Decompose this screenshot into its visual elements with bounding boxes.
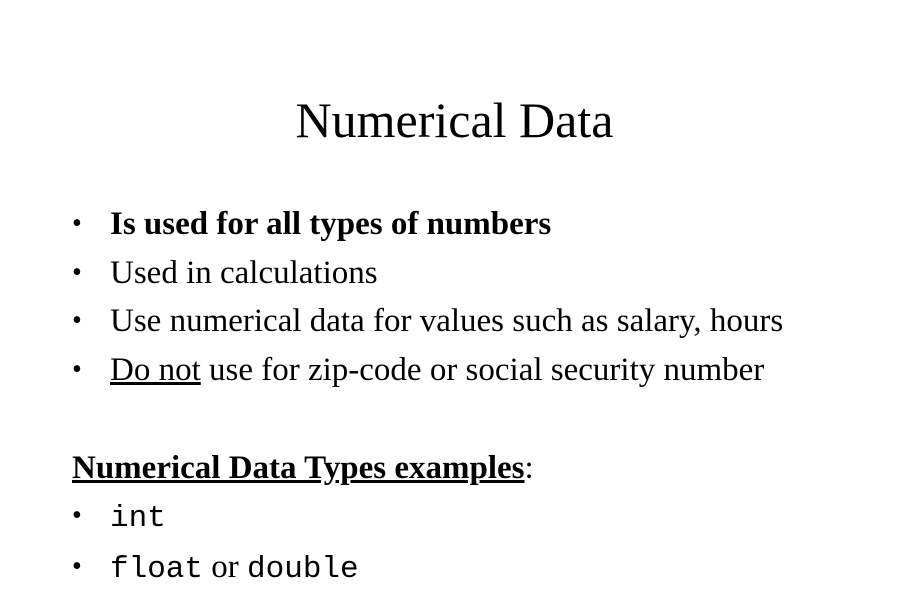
bullet-icon: • (72, 208, 82, 239)
list-item: • Use numerical data for values such as … (72, 297, 783, 346)
types-list: • int • float or double (72, 492, 359, 594)
bullet-icon: • (72, 353, 82, 385)
code-text: double (247, 552, 359, 587)
code-text: float (110, 552, 204, 587)
bullet-text: Use numerical data for values such as sa… (110, 303, 784, 339)
bullet-text: use for zip-code or social security numb… (200, 351, 765, 388)
list-item: • float or double (72, 543, 359, 594)
list-item: • int (72, 492, 359, 543)
bullet-underlined-text: Do not (110, 351, 201, 388)
bullet-icon: • (72, 500, 82, 531)
joiner-text: or (203, 549, 248, 585)
bullet-icon: • (72, 256, 82, 288)
bullet-text: Is used for all types of numbers (110, 206, 552, 242)
bullet-icon: • (72, 305, 82, 336)
slide-title: Numerical Data (295, 92, 614, 148)
bullet-text: Used in calculations (110, 254, 378, 291)
list-item: • Is used for all types of numbers (72, 200, 783, 249)
subheading-text: Numerical Data Types examples (72, 450, 525, 486)
list-item: • Used in calculations (72, 249, 783, 298)
bullet-list: • Is used for all types of numbers • Use… (72, 200, 783, 394)
subheading: Numerical Data Types examples: (72, 444, 534, 492)
code-text: int (110, 501, 166, 536)
subheading-suffix: : (524, 450, 534, 486)
bullet-icon: • (72, 551, 82, 582)
slide: Numerical Data • Is used for all types o… (0, 0, 909, 591)
list-item: • Do not use for zip-code or social secu… (72, 346, 783, 395)
